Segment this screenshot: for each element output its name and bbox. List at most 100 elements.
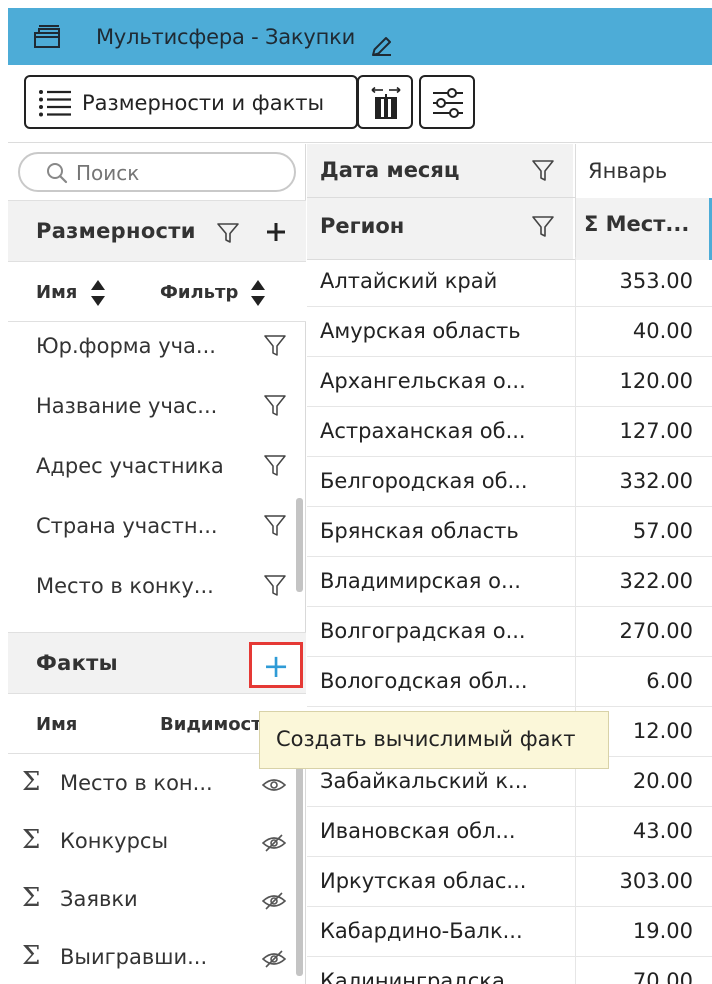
dimensions-header: Размерности bbox=[8, 200, 306, 262]
filter-icon[interactable] bbox=[264, 394, 286, 418]
eye-off-icon[interactable] bbox=[262, 949, 286, 969]
cell-value: 332.00 bbox=[619, 469, 693, 493]
table-row[interactable]: Кабардино-Балк... 19.00 bbox=[307, 907, 712, 957]
fact-item[interactable]: Σ Место в кон... bbox=[8, 757, 296, 815]
cell-value: 43.00 bbox=[632, 819, 693, 843]
cell-value: 127.00 bbox=[619, 419, 693, 443]
dimension-item[interactable]: Юр.форма уча... bbox=[8, 318, 296, 378]
region-name: Архангельская о... bbox=[320, 369, 526, 393]
month-header[interactable]: Январь bbox=[575, 144, 712, 198]
dimension-item[interactable]: Страна участн... bbox=[8, 498, 296, 558]
dimension-item[interactable]: Адрес участника bbox=[8, 438, 296, 498]
title-bar: Мультисфера - Закупки bbox=[8, 8, 712, 65]
swap-axes-icon bbox=[371, 86, 401, 119]
window-title: Мультисфера - Закупки bbox=[96, 25, 356, 49]
facts-scrollbar[interactable] bbox=[296, 760, 303, 976]
measure-label: Σ Мест... bbox=[584, 212, 690, 236]
swap-axes-button[interactable] bbox=[357, 75, 413, 129]
filter-icon[interactable] bbox=[264, 514, 286, 538]
table-row[interactable]: Брянская область 57.00 bbox=[307, 507, 712, 557]
measure-header[interactable]: Σ Мест... bbox=[575, 198, 712, 260]
dimensions-column-header: Имя Фильтр bbox=[8, 262, 306, 322]
table-row[interactable]: Вологодская обл... 6.00 bbox=[307, 657, 712, 707]
table-row[interactable]: Амурская область 40.00 bbox=[307, 307, 712, 357]
region-name: Брянская область bbox=[320, 519, 519, 543]
add-fact-button[interactable]: + bbox=[249, 642, 303, 688]
sort-name-icon[interactable] bbox=[90, 278, 106, 308]
column-dimension-cell[interactable]: Дата месяц bbox=[307, 144, 575, 197]
fact-label: Конкурсы bbox=[60, 829, 169, 853]
dimension-item[interactable]: Место в конку... bbox=[8, 558, 296, 618]
pivot-grid: Дата месяц Январь Регион Σ Мест... Алтай… bbox=[307, 144, 712, 984]
region-name: Амурская область bbox=[320, 319, 521, 343]
filter-icon[interactable] bbox=[531, 158, 555, 184]
sigma-icon: Σ bbox=[22, 767, 41, 797]
tooltip: Создать вычислимый факт bbox=[259, 711, 609, 769]
cell-value: 40.00 bbox=[632, 319, 693, 343]
region-name: Иркутская облас... bbox=[320, 869, 527, 893]
table-row[interactable]: Волгоградская о... 270.00 bbox=[307, 607, 712, 657]
table-row[interactable]: Алтайский край 353.00 bbox=[307, 257, 712, 307]
region-name: Алтайский край bbox=[320, 269, 498, 293]
eye-icon[interactable] bbox=[262, 775, 286, 795]
dimension-item[interactable]: Название учас... bbox=[8, 378, 296, 438]
filter-icon[interactable] bbox=[264, 334, 286, 358]
region-name: Астраханская об... bbox=[320, 419, 526, 443]
dimensions-col-name[interactable]: Имя bbox=[36, 282, 77, 303]
cell-value: 57.00 bbox=[632, 519, 693, 543]
settings-button[interactable] bbox=[419, 75, 475, 129]
table-row[interactable]: Владимирская о... 322.00 bbox=[307, 557, 712, 607]
month-label: Январь bbox=[588, 159, 668, 183]
eye-off-icon[interactable] bbox=[262, 833, 286, 853]
table-row[interactable]: Архангельская о... 120.00 bbox=[307, 357, 712, 407]
row-dimension-row: Регион Σ Мест... bbox=[307, 198, 712, 260]
region-name: Волгоградская о... bbox=[320, 619, 526, 643]
column-dimension-label: Дата месяц bbox=[320, 158, 460, 182]
sort-filter-icon[interactable] bbox=[250, 278, 266, 308]
search-box[interactable] bbox=[18, 152, 296, 192]
dimensions-facts-button[interactable]: Размерности и факты bbox=[24, 75, 358, 129]
region-name: Вологодская обл... bbox=[320, 669, 528, 693]
pencil-icon[interactable] bbox=[370, 34, 394, 58]
dimensions-col-filter[interactable]: Фильтр bbox=[160, 282, 238, 303]
dimensions-scrollbar[interactable] bbox=[296, 498, 303, 592]
table-row[interactable]: Иркутская облас... 303.00 bbox=[307, 857, 712, 907]
cell-value: 120.00 bbox=[619, 369, 693, 393]
fact-item[interactable]: Σ Конкурсы bbox=[8, 815, 296, 873]
eye-off-icon[interactable] bbox=[262, 891, 286, 911]
list-icon bbox=[39, 90, 71, 117]
region-name: Калининградска... bbox=[320, 969, 525, 984]
table-row[interactable]: Ивановская обл... 43.00 bbox=[307, 807, 712, 857]
window-icon[interactable] bbox=[32, 22, 62, 52]
dimension-label: Юр.форма уча... bbox=[36, 334, 216, 358]
facts-col-name[interactable]: Имя bbox=[36, 714, 77, 735]
filter-icon[interactable] bbox=[264, 574, 286, 598]
add-dimension-icon[interactable] bbox=[265, 221, 287, 243]
fact-item[interactable]: Σ Заявки bbox=[8, 873, 296, 931]
dimensions-facts-label: Размерности и факты bbox=[82, 91, 325, 115]
fact-item[interactable]: Σ Выигравши... bbox=[8, 931, 296, 984]
column-dimension-row: Дата месяц Январь bbox=[307, 144, 712, 198]
filter-icon[interactable] bbox=[264, 454, 286, 478]
filter-icon[interactable] bbox=[531, 214, 555, 240]
table-row[interactable]: Калининградска... 70.00 bbox=[307, 957, 712, 984]
dimensions-filter-icon[interactable] bbox=[216, 221, 240, 245]
cell-value: 19.00 bbox=[632, 919, 693, 943]
facts-title: Факты bbox=[36, 651, 118, 675]
fact-label: Выигравши... bbox=[60, 945, 208, 969]
table-row[interactable]: Белгородская об... 332.00 bbox=[307, 457, 712, 507]
row-dimension-cell[interactable]: Регион bbox=[307, 198, 575, 259]
facts-col-visibility[interactable]: Видимост bbox=[160, 714, 262, 735]
dimension-label: Название учас... bbox=[36, 394, 218, 418]
plus-icon: + bbox=[262, 647, 290, 685]
row-dimension-label: Регион bbox=[320, 214, 405, 238]
cell-value: 303.00 bbox=[619, 869, 693, 893]
left-panel: Размерности Имя Фильтр Юр.форма уча... Н… bbox=[8, 144, 306, 984]
cell-value: 70.00 bbox=[632, 969, 693, 984]
dimensions-title: Размерности bbox=[36, 219, 196, 243]
search-input[interactable] bbox=[76, 160, 276, 186]
region-name: Владимирская о... bbox=[320, 569, 521, 593]
fact-label: Заявки bbox=[60, 887, 138, 911]
table-row[interactable]: Астраханская об... 127.00 bbox=[307, 407, 712, 457]
tooltip-text: Создать вычислимый факт bbox=[276, 727, 576, 751]
